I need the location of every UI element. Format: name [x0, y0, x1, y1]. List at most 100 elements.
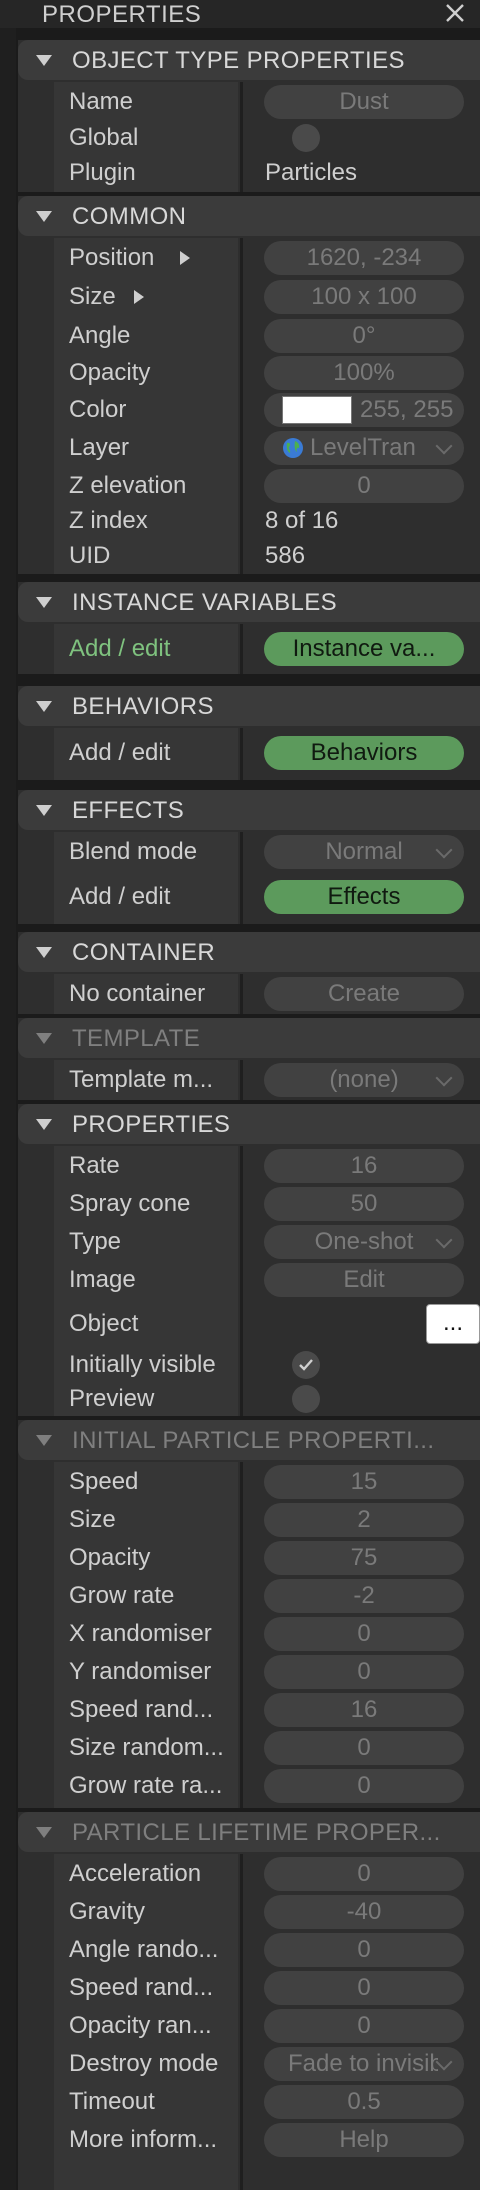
section-header-object-type[interactable]: OBJECT TYPE PROPERTIES: [18, 40, 480, 80]
prop-row-z-elevation: Z elevation 0: [18, 467, 480, 505]
section-common: COMMON Position 1620, -234 Size 100 x 10…: [18, 196, 480, 574]
edit-image-button[interactable]: Edit: [264, 1263, 464, 1297]
section-title: TEMPLATE: [72, 1025, 201, 1052]
rate-field[interactable]: 16: [264, 1149, 464, 1183]
section-header-particle-lifetime-properties[interactable]: PARTICLE LIFETIME PROPER...: [18, 1812, 480, 1852]
opacity-field[interactable]: 100%: [264, 356, 464, 390]
collapse-triangle-icon: [36, 1827, 52, 1838]
help-button[interactable]: Help: [264, 2123, 464, 2157]
prop-row: Speed 15: [18, 1463, 480, 1501]
prop-label: Angle rando...: [69, 1936, 219, 1963]
prop-row: X randomiser 0: [18, 1615, 480, 1653]
section-title: PARTICLE LIFETIME PROPER...: [72, 1819, 441, 1846]
section-header-behaviors[interactable]: BEHAVIORS: [18, 686, 480, 726]
section-instance-variables: INSTANCE VARIABLES Add / edit Instance v…: [18, 582, 480, 674]
prop-value-field[interactable]: 15: [264, 1465, 464, 1499]
section-header-common[interactable]: COMMON: [18, 196, 480, 236]
prop-label: Plugin: [69, 159, 136, 186]
position-field[interactable]: 1620, -234: [264, 241, 464, 275]
name-field[interactable]: Dust: [264, 85, 464, 119]
color-swatch[interactable]: [282, 396, 352, 424]
collapse-triangle-icon: [36, 701, 52, 712]
prop-label: Y randomiser: [69, 1658, 212, 1685]
spray-cone-field[interactable]: 50: [264, 1187, 464, 1221]
chevron-down-icon: [435, 2053, 453, 2071]
prop-value-field[interactable]: 0: [264, 2009, 464, 2043]
object-picker-button[interactable]: ...: [426, 1304, 480, 1344]
type-select[interactable]: One-shot: [264, 1225, 464, 1259]
prop-value-field[interactable]: 0: [264, 1655, 464, 1689]
z-elevation-field[interactable]: 0: [264, 469, 464, 503]
prop-label: Position: [69, 244, 155, 271]
prop-label: Object: [69, 1310, 139, 1337]
prop-value-field[interactable]: 0: [264, 1933, 464, 1967]
prop-label: Grow rate ra...: [69, 1772, 223, 1799]
close-icon[interactable]: [442, 0, 468, 26]
prop-value-field[interactable]: 0: [264, 1769, 464, 1803]
section-header-initial-particle-properties[interactable]: INITIAL PARTICLE PROPERTI...: [18, 1420, 480, 1460]
chevron-down-icon: [435, 437, 453, 455]
prop-value-field[interactable]: -40: [264, 1895, 464, 1929]
section-header-properties[interactable]: PROPERTIES: [18, 1104, 480, 1144]
section-header-instance-variables[interactable]: INSTANCE VARIABLES: [18, 582, 480, 622]
size-field[interactable]: 100 x 100: [264, 280, 464, 314]
timeout-field[interactable]: 0.5: [264, 2085, 464, 2119]
prop-label: Speed rand...: [69, 1696, 214, 1723]
prop-row-name: Name Dust: [18, 83, 480, 121]
section-properties: PROPERTIES Rate 16 Spray cone 50 Type On…: [18, 1104, 480, 1416]
effects-button[interactable]: Effects: [264, 880, 464, 914]
prop-value-field[interactable]: 75: [264, 1541, 464, 1575]
prop-row-uid: UID 586: [18, 537, 480, 575]
prop-value-field[interactable]: 0: [264, 1857, 464, 1891]
initially-visible-checkbox[interactable]: [292, 1351, 320, 1379]
section-header-template[interactable]: TEMPLATE: [18, 1018, 480, 1058]
global-checkbox[interactable]: [292, 124, 320, 152]
destroy-mode-select[interactable]: Fade to invisible: [264, 2047, 464, 2081]
prop-row: Size 2: [18, 1501, 480, 1539]
prop-row: Opacity 75: [18, 1539, 480, 1577]
create-container-button[interactable]: Create: [264, 977, 464, 1011]
behaviors-button[interactable]: Behaviors: [264, 736, 464, 770]
prop-row-image: Image Edit: [18, 1261, 480, 1299]
collapse-triangle-icon: [36, 55, 52, 66]
prop-row-blend-mode: Blend mode Normal: [18, 833, 480, 871]
chevron-down-icon: [435, 1069, 453, 1087]
section-header-container[interactable]: CONTAINER: [18, 932, 480, 972]
prop-row-object: Object ...: [18, 1302, 480, 1346]
prop-value-field[interactable]: 0: [264, 1971, 464, 2005]
prop-value-field[interactable]: 0: [264, 1731, 464, 1765]
instance-variables-button[interactable]: Instance va...: [264, 632, 464, 666]
prop-row: Opacity ran... 0: [18, 2007, 480, 2045]
prop-row-color: Color 255, 255: [18, 391, 480, 429]
prop-value-field[interactable]: 16: [264, 1693, 464, 1727]
prop-value-field[interactable]: -2: [264, 1579, 464, 1613]
prop-row: Y randomiser 0: [18, 1653, 480, 1691]
preview-checkbox[interactable]: [292, 1385, 320, 1413]
expand-triangle-icon[interactable]: [134, 290, 144, 304]
plugin-value: Particles: [265, 159, 358, 186]
section-header-effects[interactable]: EFFECTS: [18, 790, 480, 830]
prop-label: Layer: [69, 434, 130, 461]
prop-label: Preview: [69, 1385, 155, 1412]
prop-label: Rate: [69, 1152, 120, 1179]
prop-row-size: Size 100 x 100: [18, 278, 480, 316]
template-select[interactable]: (none): [264, 1063, 464, 1097]
prop-label: Add / edit: [69, 635, 171, 662]
template-value: (none): [329, 1066, 399, 1093]
section-title: EFFECTS: [72, 797, 185, 824]
collapse-triangle-icon: [36, 597, 52, 608]
prop-value-field[interactable]: 2: [264, 1503, 464, 1537]
blend-mode-select[interactable]: Normal: [264, 835, 464, 869]
globe-icon: [283, 438, 303, 458]
prop-row-template: Template m... (none): [18, 1061, 480, 1099]
prop-row-spray-cone: Spray cone 50: [18, 1185, 480, 1223]
angle-field[interactable]: 0°: [264, 319, 464, 353]
expand-triangle-icon[interactable]: [180, 251, 190, 265]
chevron-down-icon: [435, 1231, 453, 1249]
prop-row-plugin: Plugin Particles: [18, 154, 480, 192]
prop-row-z-index: Z index 8 of 16: [18, 502, 480, 540]
layer-select[interactable]: LevelTran: [264, 431, 464, 465]
prop-value-field[interactable]: 0: [264, 1617, 464, 1651]
prop-label: Z elevation: [69, 472, 187, 499]
prop-label: Grow rate: [69, 1582, 175, 1609]
